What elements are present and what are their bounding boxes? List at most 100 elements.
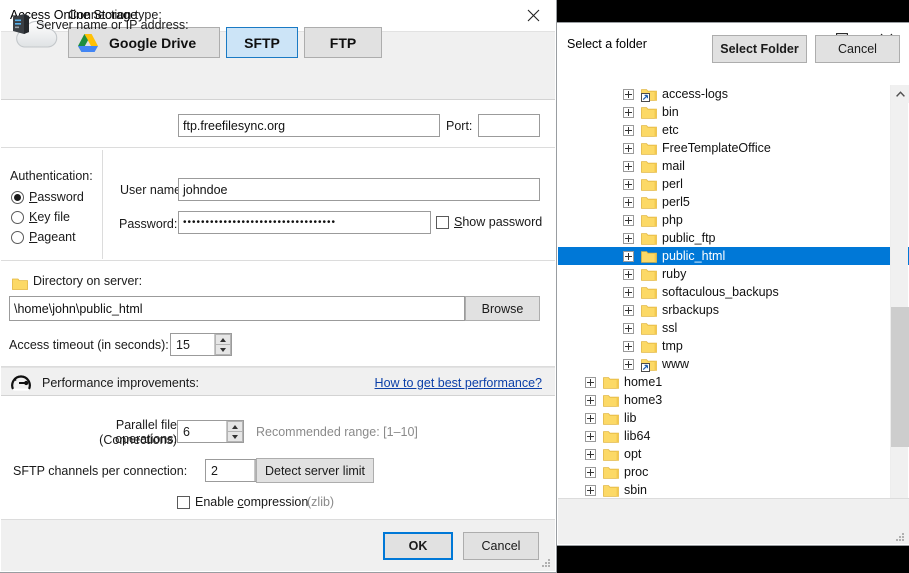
folder-tree-item-label: lib xyxy=(624,411,637,425)
expand-icon[interactable] xyxy=(623,143,634,154)
performance-help-link[interactable]: How to get best performance? xyxy=(375,376,542,390)
folder-tree-item[interactable]: lib xyxy=(558,409,909,427)
folder-tree-item[interactable]: php xyxy=(558,211,909,229)
server-input[interactable]: ftp.freefilesync.org xyxy=(178,114,440,137)
close-icon[interactable] xyxy=(511,0,556,30)
expand-icon[interactable] xyxy=(623,287,634,298)
folder-tree-item[interactable]: home1 xyxy=(558,373,909,391)
resize-grip[interactable] xyxy=(895,532,905,542)
authentication-divider xyxy=(102,150,103,259)
connection-option-ftp[interactable]: FTP xyxy=(304,27,382,58)
folder-tree-item[interactable]: access-logs xyxy=(558,85,909,103)
user-name-input[interactable]: johndoe xyxy=(178,178,540,201)
expand-icon[interactable] xyxy=(623,269,634,280)
expand-icon[interactable] xyxy=(623,107,634,118)
folder-tree[interactable]: access-logsbinetcFreeTemplateOfficemailp… xyxy=(558,85,909,518)
folder-tree-item[interactable]: perl5 xyxy=(558,193,909,211)
checkbox-icon xyxy=(436,216,449,229)
parallel-operations-stepper[interactable]: 6 xyxy=(177,420,244,443)
folder-tree-item[interactable]: lib64 xyxy=(558,427,909,445)
expand-icon[interactable] xyxy=(623,179,634,190)
cancel-button[interactable]: Cancel xyxy=(463,532,539,560)
detect-server-limit-button[interactable]: Detect server limit xyxy=(256,458,374,483)
auth-option-password-label: assword xyxy=(37,190,84,204)
folder-tree-item[interactable]: ssl xyxy=(558,319,909,337)
folder-icon xyxy=(641,124,657,137)
auth-option-pageant[interactable]: Pageant xyxy=(11,230,76,244)
auth-option-key-file[interactable]: Key file xyxy=(11,210,70,224)
expand-icon[interactable] xyxy=(585,431,596,442)
expand-icon[interactable] xyxy=(623,125,634,136)
expand-icon[interactable] xyxy=(623,305,634,316)
connection-option-sftp[interactable]: SFTP xyxy=(226,27,298,58)
stepper-up-icon[interactable] xyxy=(227,421,243,431)
folder-icon xyxy=(603,412,619,425)
ok-button[interactable]: OK xyxy=(383,532,453,560)
expand-icon[interactable] xyxy=(623,251,634,262)
folder-tree-item[interactable]: opt xyxy=(558,445,909,463)
folder-icon xyxy=(641,214,657,227)
folder-tree-item-label: sbin xyxy=(624,483,647,497)
expand-icon[interactable] xyxy=(585,467,596,478)
folder-tree-item[interactable]: public_html xyxy=(558,247,909,265)
access-timeout-value[interactable]: 15 xyxy=(171,334,214,355)
expand-icon[interactable] xyxy=(623,341,634,352)
parallel-operations-label-line2: (Connections) xyxy=(62,433,177,447)
folder-tree-item[interactable]: proc xyxy=(558,463,909,481)
expand-icon[interactable] xyxy=(623,197,634,208)
stepper-up-icon[interactable] xyxy=(215,334,231,344)
folder-dialog-cancel-button[interactable]: Cancel xyxy=(815,35,900,63)
expand-icon[interactable] xyxy=(585,377,596,388)
folder-icon xyxy=(641,142,657,155)
sftp-channels-value[interactable]: 2 xyxy=(206,460,254,481)
expand-icon[interactable] xyxy=(623,215,634,226)
folder-tree-scrollbar[interactable] xyxy=(890,85,908,518)
show-password-checkbox[interactable]: Show password xyxy=(436,215,542,229)
screen: Access Online Storage Connection type: xyxy=(0,0,909,573)
directory-label: Directory on server: xyxy=(33,274,142,288)
folder-tree-item[interactable]: FreeTemplateOffice xyxy=(558,139,909,157)
scroll-up-icon[interactable] xyxy=(891,85,909,103)
folder-tree-item[interactable]: etc xyxy=(558,121,909,139)
expand-icon[interactable] xyxy=(623,323,634,334)
expand-icon[interactable] xyxy=(623,89,634,100)
folder-icon xyxy=(603,484,619,497)
stepper-down-icon[interactable] xyxy=(227,431,243,442)
expand-icon[interactable] xyxy=(585,413,596,424)
scrollbar-thumb[interactable] xyxy=(891,307,909,447)
port-input[interactable] xyxy=(478,114,540,137)
browse-button[interactable]: Browse xyxy=(465,296,540,321)
folder-tree-item[interactable]: bin xyxy=(558,103,909,121)
folder-tree-item[interactable]: softaculous_backups xyxy=(558,283,909,301)
directory-input[interactable]: \home\john\public_html xyxy=(9,296,465,321)
password-label: Password: xyxy=(119,217,177,231)
folder-tree-item[interactable]: sbin xyxy=(558,481,909,499)
folder-tree-item[interactable]: ruby xyxy=(558,265,909,283)
parallel-operations-value[interactable]: 6 xyxy=(178,421,226,442)
folder-tree-item[interactable]: srbackups xyxy=(558,301,909,319)
expand-icon[interactable] xyxy=(585,449,596,460)
access-online-storage-dialog: Access Online Storage Connection type: xyxy=(0,0,557,573)
folder-tree-item[interactable]: perl xyxy=(558,175,909,193)
folder-tree-item[interactable]: public_ftp xyxy=(558,229,909,247)
enable-compression-label: Enable xyxy=(195,495,237,509)
folder-icon xyxy=(603,448,619,461)
folder-icon xyxy=(603,430,619,443)
folder-tree-item-label: lib64 xyxy=(624,429,650,443)
access-timeout-stepper[interactable]: 15 xyxy=(170,333,232,356)
folder-tree-item[interactable]: home3 xyxy=(558,391,909,409)
stepper-down-icon[interactable] xyxy=(215,344,231,355)
expand-icon[interactable] xyxy=(585,485,596,496)
password-input[interactable]: •••••••••••••••••••••••••••••••••• xyxy=(178,211,431,234)
resize-grip[interactable] xyxy=(541,558,551,568)
enable-compression-checkbox[interactable]: Enable compression xyxy=(177,495,308,509)
select-folder-button[interactable]: Select Folder xyxy=(712,35,807,63)
folder-tree-item[interactable]: mail xyxy=(558,157,909,175)
folder-tree-item[interactable]: www xyxy=(558,355,909,373)
auth-option-password[interactable]: Password xyxy=(11,190,84,204)
expand-icon[interactable] xyxy=(623,161,634,172)
expand-icon[interactable] xyxy=(623,359,634,370)
expand-icon[interactable] xyxy=(585,395,596,406)
expand-icon[interactable] xyxy=(623,233,634,244)
folder-tree-item[interactable]: tmp xyxy=(558,337,909,355)
